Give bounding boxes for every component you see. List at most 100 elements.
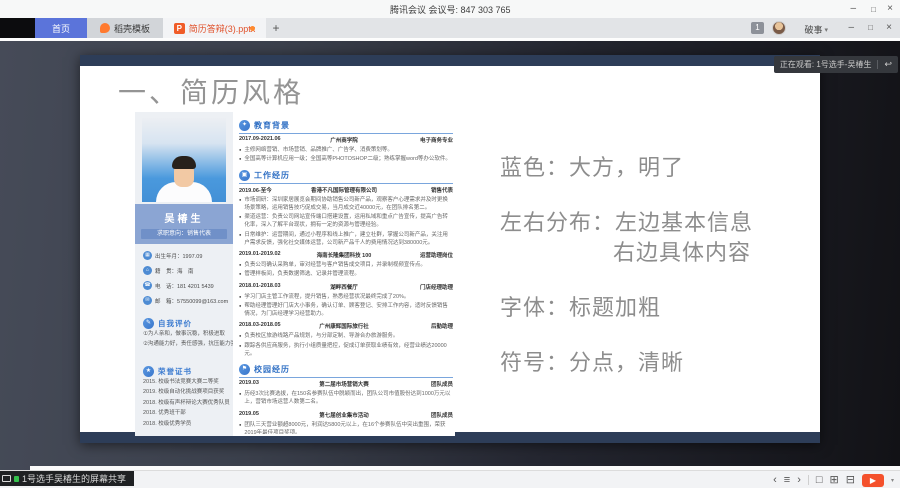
- contact-label: 出生年月：1997.09: [155, 252, 202, 260]
- slide-title: 一、简历风格: [118, 71, 304, 111]
- unsaved-dot: [250, 26, 255, 31]
- return-icon[interactable]: ↩: [884, 59, 892, 70]
- entry-date: 2019.06-至今: [239, 186, 297, 194]
- resume-section-education: ✦ 教育背景 2017.09-2021.06 广州商学院 电子商务专业 ●主修网…: [239, 120, 453, 164]
- entry-org: 香港不凡国际管理有限公司: [297, 186, 391, 194]
- meeting-close-icon[interactable]: ×: [887, 2, 893, 15]
- entry-bullet: 管理样板间，负责数据筛选、记录并管理流程。: [244, 270, 360, 278]
- entry-bullet: 日常维护：运营期间，通过小程序和线上推广，建立社群，掌握公司新产品，关注用户需求…: [244, 231, 453, 248]
- contact-label: 籍 贯：海 南: [155, 267, 194, 275]
- resume-right-column: ✦ 教育背景 2017.09-2021.06 广州商学院 电子商务专业 ●主修网…: [239, 114, 453, 434]
- bullet-icon: ●: [239, 302, 241, 319]
- left-black-strip: [0, 18, 35, 38]
- screen-share-notice: 1号选手吴椿生的屏幕共享: [0, 471, 134, 486]
- bullet-icon: ●: [239, 146, 241, 154]
- entry-org: 湖畔西餐厅: [297, 283, 391, 291]
- resume-entry: 2017.09-2021.06 广州商学院 电子商务专业 ●主修网络营销、市场营…: [239, 136, 453, 164]
- resume-entry: 2019.06-至今 香港不凡国际管理有限公司 销售代表 ●市场调研：深圳家居展…: [239, 186, 453, 248]
- meeting-minimize-icon[interactable]: –: [850, 2, 856, 15]
- resume-entry: 2019.05 第七届创业集市活动 团队成员 ●团队三天营业额超8000元，利润…: [239, 411, 453, 435]
- entry-bullet: 负责校区旅游线路产品规划，与分部定制、导游合办旅游服务。: [244, 332, 398, 340]
- note-layout-line2: 右边具体内容: [613, 235, 751, 267]
- slide-sorter-view-button[interactable]: ⊞: [830, 471, 839, 488]
- chevron-down-icon: ▾: [824, 26, 828, 34]
- meeting-title-bar: 腾讯会议 会议号: 847 303 765 – □ ×: [0, 0, 900, 18]
- docer-icon: [100, 23, 110, 33]
- section-title: 自我评价: [158, 318, 192, 329]
- briefcase-icon: ▣: [239, 170, 250, 181]
- divider: [808, 475, 809, 485]
- tab-home[interactable]: 首页: [35, 18, 87, 38]
- bullet-icon: ●: [239, 261, 241, 269]
- entry-role: 团队成员: [391, 411, 453, 419]
- entry-org: 第二届市场营销大赛: [297, 380, 391, 388]
- resume-entry: 2019.03 第二届市场营销大赛 团队成员 ●历经3次比赛选拔，在150名参赛…: [239, 380, 453, 407]
- next-slide-button[interactable]: ›: [797, 471, 801, 488]
- photo-hair: [172, 156, 196, 169]
- entry-date: 2018.01-2018.03: [239, 283, 297, 291]
- entry-org: 第七届创业集市活动: [297, 411, 391, 419]
- entry-date: 2019.05: [239, 411, 297, 419]
- meeting-restore-icon[interactable]: □: [871, 3, 876, 16]
- entry-bullet: 团队三天营业额超8000元，利润达5800元以上，在16个参赛队伍中突出重围，荣…: [244, 421, 453, 435]
- wps-tab-bar: 首页 稻壳模板 P 简历答辩(3).pptx + 1 破事 ▾ – □ ×: [0, 18, 900, 38]
- slideshow-options-caret[interactable]: ▾: [891, 477, 894, 484]
- presenter-icon: [14, 476, 19, 482]
- self-evaluation-section: ✎ 自我评价 ①为人亲和，做事沉稳，积极进取 ②沟通能力好，责任感强，抗压能力强: [143, 318, 230, 350]
- contact-list: ▦ 出生年月：1997.09 ⌂ 籍 贯：海 南 ☎ 电 话：181 4201 …: [143, 251, 230, 311]
- flag-icon: ⚑: [239, 364, 250, 375]
- contact-row: ▦ 出生年月：1997.09: [143, 251, 230, 260]
- honor-line: 2018. 校级优秀学员: [143, 419, 230, 429]
- contact-row: ⌂ 籍 贯：海 南: [143, 266, 230, 275]
- resume-left-column: 吴椿生 求职意向：销售代表 ▦ 出生年月：1997.09 ⌂ 籍 贯：海 南 ☎…: [135, 112, 233, 436]
- entry-bullet: 历经3次比赛选拔，在150名参赛队伍中脱颖而出，团队公司市值股份达到1000万元…: [244, 390, 453, 407]
- watching-banner: 正在观看: 1号选手-吴椿生 ↩: [774, 56, 898, 73]
- bullet-icon: ●: [239, 213, 241, 230]
- tab-docer-templates[interactable]: 稻壳模板: [87, 18, 163, 38]
- id-photo: [142, 118, 226, 202]
- notification-badge[interactable]: 1: [751, 22, 764, 34]
- resume-entry: 2019.01-2019.02 海南长隆集团科技 100 运营助理岗位 ●负责公…: [239, 251, 453, 279]
- section-title: 教育背景: [254, 120, 290, 131]
- contact-label: 电 话：181 4201 5439: [155, 282, 214, 290]
- divider: [877, 60, 878, 69]
- honor-line: 2018. 优秀班干部: [143, 408, 230, 418]
- entry-role: 团队成员: [391, 380, 453, 388]
- entry-org: 广州康辉国际旅行社: [297, 322, 391, 330]
- tab-docer-label: 稻壳模板: [114, 22, 150, 35]
- avatar[interactable]: [772, 21, 786, 35]
- resume-section-work: ▣ 工作经历 2019.06-至今 香港不凡国际管理有限公司 销售代表 ●市场调…: [239, 170, 453, 359]
- entry-bullet: 帮助经理管理好门店大小事务，确认订单、顾客登记、安排工作内容，适时反馈销售情况，…: [244, 302, 453, 319]
- note-layout-line1: 左右分布：左边基本信息: [500, 205, 753, 237]
- bullet-icon: ●: [239, 332, 241, 340]
- honor-line: 2019. 校级自动化挑战赛项目获奖: [143, 387, 230, 397]
- note-symbol: 符号：分点，清晰: [500, 345, 684, 377]
- watching-text: 正在观看: 1号选手-吴椿生: [780, 59, 872, 70]
- honor-line: 2015. 校级书法竞赛大赛二等奖: [143, 377, 230, 387]
- mail-icon: ✉: [143, 296, 152, 305]
- wps-minimize-icon[interactable]: –: [848, 22, 854, 33]
- note-color: 蓝色：大方，明了: [500, 150, 684, 182]
- entry-bullet: 负责公司确认采购单，审对经营与客户销售成交项目，并录制视频宣传点。: [244, 261, 426, 269]
- wps-close-icon[interactable]: ×: [886, 22, 892, 33]
- bullet-icon: ●: [239, 342, 241, 359]
- wps-restore-icon[interactable]: □: [868, 23, 873, 32]
- tab-home-label: 首页: [52, 22, 70, 35]
- new-tab-button[interactable]: +: [268, 20, 284, 36]
- slideshow-play-button[interactable]: ▶: [862, 474, 884, 487]
- contact-row: ☎ 电 话：181 4201 5439: [143, 281, 230, 290]
- entry-role: 销售代表: [391, 186, 453, 194]
- bullet-icon: ●: [239, 196, 241, 213]
- self-eval-line: ①为人亲和，做事沉稳，积极进取: [143, 329, 230, 339]
- reading-view-button[interactable]: ⊟: [846, 471, 855, 488]
- normal-view-button[interactable]: □: [816, 471, 823, 488]
- account-menu[interactable]: 破事 ▾: [804, 23, 828, 36]
- slide: 一、简历风格 吴椿生 求职意向：销售代表 ▦ 出生年月：1997.09: [80, 55, 820, 443]
- previous-slide-button[interactable]: ‹: [773, 471, 777, 488]
- entry-date: 2017.09-2021.06: [239, 136, 297, 144]
- entry-bullet: 学习门店主管工作流程，提升销售，熟悉经营状况最终完成了20%。: [244, 293, 409, 301]
- slide-menu-button[interactable]: ≡: [784, 471, 790, 488]
- entry-role: 门店经理助理: [391, 283, 453, 291]
- resume-section-campus: ⚑ 校园经历 2019.03 第二届市场营销大赛 团队成员 ●历经3次比赛选拔，…: [239, 364, 453, 434]
- monitor-icon: [2, 475, 11, 482]
